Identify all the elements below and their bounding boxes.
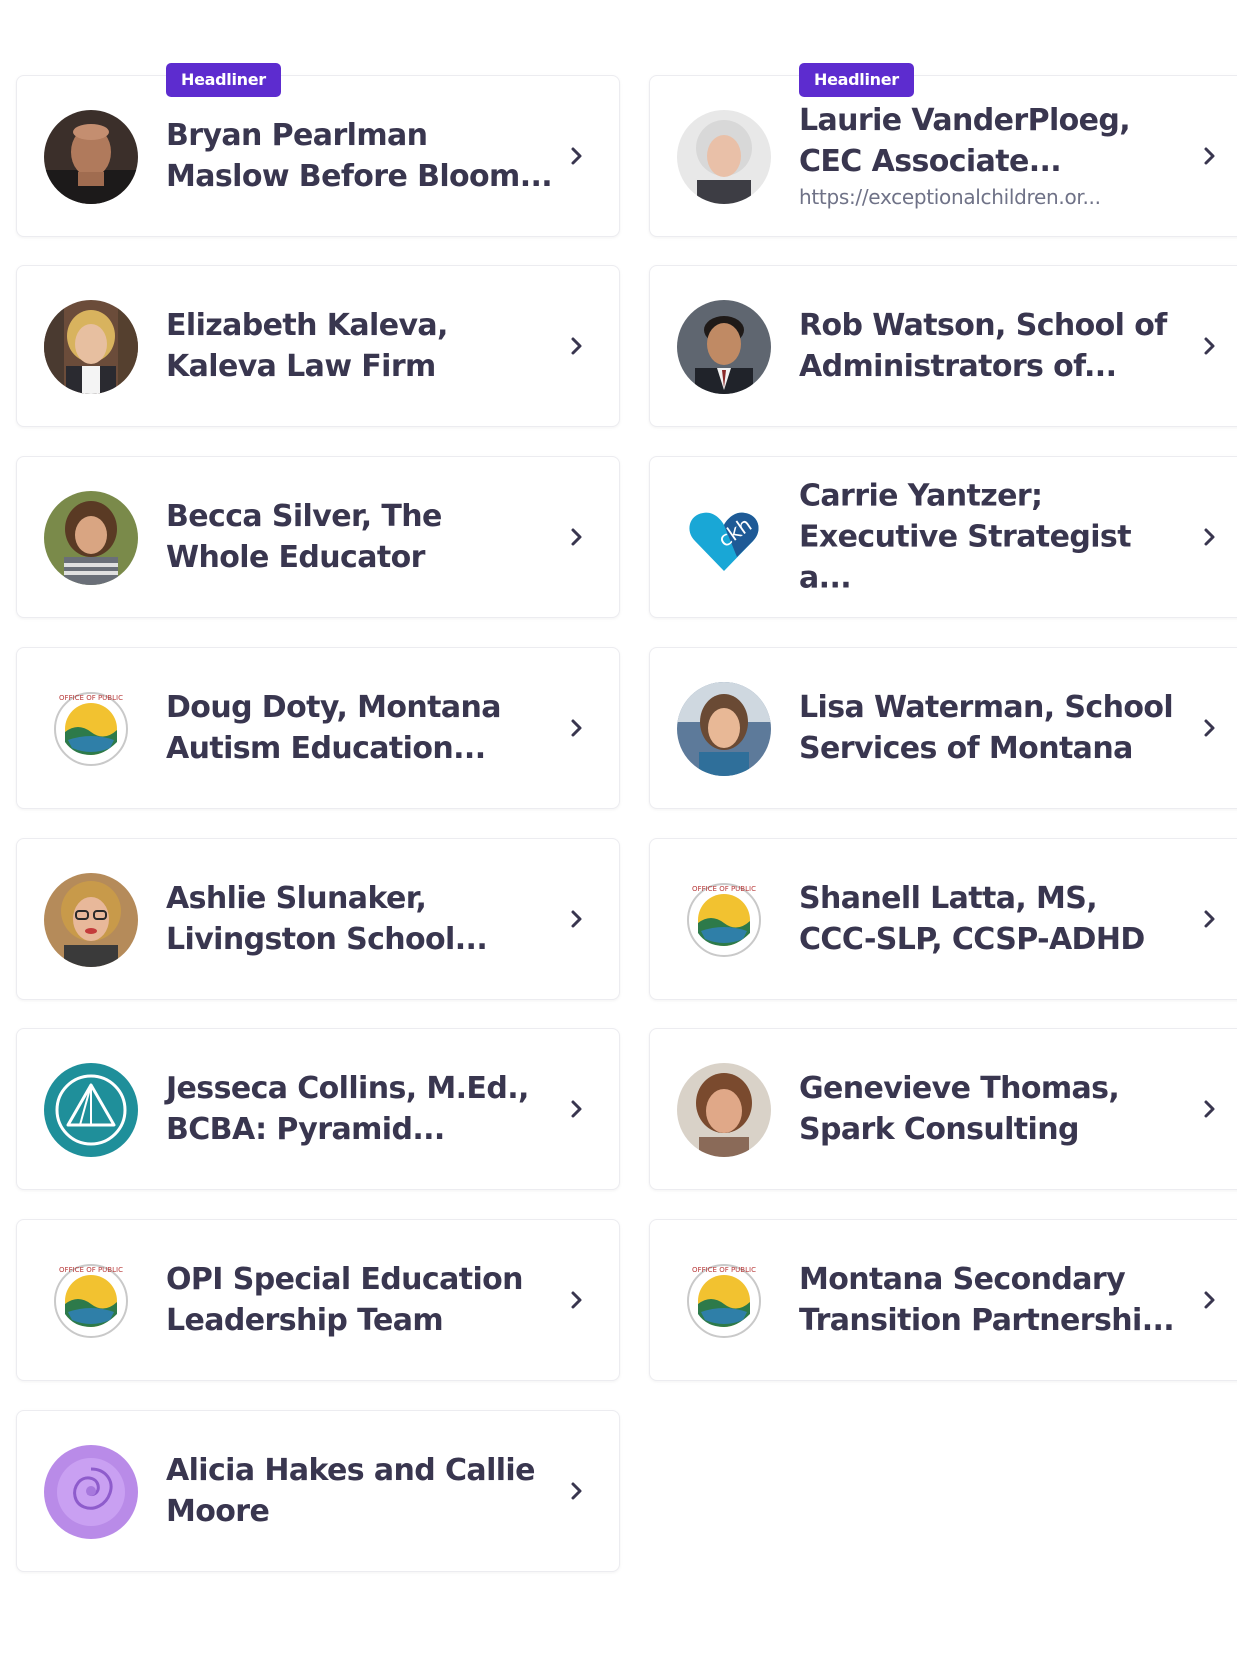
chevron-right-icon <box>1200 1286 1220 1314</box>
chevron-right-icon <box>1200 523 1220 551</box>
speaker-card-becca-silver[interactable]: Becca Silver, The Whole Educator <box>16 456 620 618</box>
speaker-card-rob-watson[interactable]: Rob Watson, School of Administrators of.… <box>649 265 1237 427</box>
svg-text:OFFICE OF PUBLIC: OFFICE OF PUBLIC <box>59 694 123 702</box>
speaker-name: Doug Doty, Montana Autism Education... <box>166 690 502 766</box>
chevron-right-icon <box>567 142 587 170</box>
person-photo-avatar <box>677 1063 771 1157</box>
headliner-badge: Headliner <box>799 63 914 97</box>
svg-text:OFFICE OF PUBLIC: OFFICE OF PUBLIC <box>692 885 756 893</box>
svg-text:OFFICE OF PUBLIC: OFFICE OF PUBLIC <box>692 1266 756 1274</box>
montana-opi-seal-logo: OFFICE OF PUBLIC <box>677 1254 771 1348</box>
chevron-right-icon <box>567 1286 587 1314</box>
person-photo-avatar <box>677 110 771 204</box>
purple-rose-avatar <box>44 1445 138 1539</box>
headliner-badge: Headliner <box>166 63 281 97</box>
speaker-name: Carrie Yantzer; Executive Strategist a..… <box>799 478 1132 596</box>
chevron-right-icon <box>1200 142 1220 170</box>
speaker-card-opi-special-education[interactable]: OFFICE OF PUBLIC OPI Special Education L… <box>16 1219 620 1381</box>
speaker-card-lisa-waterman[interactable]: Lisa Waterman, School Services of Montan… <box>649 647 1237 809</box>
chevron-right-icon <box>1200 332 1220 360</box>
speaker-name: Jesseca Collins, M.Ed., BCBA: Pyramid... <box>166 1071 529 1147</box>
speaker-name: Laurie VanderPloeg, CEC Associate... <box>799 103 1131 179</box>
speaker-name: Rob Watson, School of Administrators of.… <box>799 308 1167 384</box>
chevron-right-icon <box>1200 714 1220 742</box>
speaker-card-elizabeth-kaleva[interactable]: Elizabeth Kaleva, Kaleva Law Firm <box>16 265 620 427</box>
person-photo-avatar <box>44 491 138 585</box>
blue-heart-logo: ckh <box>677 491 771 585</box>
speaker-name: Genevieve Thomas, Spark Consulting <box>799 1071 1120 1147</box>
svg-text:OFFICE OF PUBLIC: OFFICE OF PUBLIC <box>59 1266 123 1274</box>
montana-opi-seal-logo: OFFICE OF PUBLIC <box>44 1254 138 1348</box>
speaker-card-doug-doty[interactable]: OFFICE OF PUBLIC Doug Doty, Montana Auti… <box>16 647 620 809</box>
chevron-right-icon <box>1200 905 1220 933</box>
person-photo-avatar <box>44 873 138 967</box>
speaker-card-jesseca-collins[interactable]: Jesseca Collins, M.Ed., BCBA: Pyramid... <box>16 1028 620 1190</box>
speaker-name: Montana Secondary Transition Partnershi.… <box>799 1262 1175 1338</box>
speaker-card-ashlie-slunaker[interactable]: Ashlie Slunaker, Livingston School... <box>16 838 620 1000</box>
speaker-card-genevieve-thomas[interactable]: Genevieve Thomas, Spark Consulting <box>649 1028 1237 1190</box>
person-photo-avatar <box>677 682 771 776</box>
speaker-name: Lisa Waterman, School Services of Montan… <box>799 690 1174 766</box>
speaker-name: Becca Silver, The Whole Educator <box>166 499 442 575</box>
chevron-right-icon <box>567 332 587 360</box>
speaker-name: Alicia Hakes and Callie Moore <box>166 1453 535 1529</box>
montana-opi-seal-logo: OFFICE OF PUBLIC <box>677 873 771 967</box>
chevron-right-icon <box>567 714 587 742</box>
speaker-name: Elizabeth Kaleva, Kaleva Law Firm <box>166 308 448 384</box>
speaker-card-alicia-hakes-callie-moore[interactable]: Alicia Hakes and Callie Moore <box>16 1410 620 1572</box>
speaker-card-carrie-yantzer[interactable]: ckh Carrie Yantzer; Executive Strategist… <box>649 456 1237 618</box>
person-photo-avatar <box>44 300 138 394</box>
speaker-card-laurie-vanderploeg[interactable]: Headliner Laurie VanderPloeg, CEC Associ… <box>649 63 1237 237</box>
chevron-right-icon <box>567 523 587 551</box>
speaker-card-bryan-pearlman[interactable]: Headliner Bryan Pearlman Maslow Before B… <box>16 63 620 237</box>
pyramid-teal-logo <box>44 1063 138 1157</box>
person-photo-avatar <box>677 300 771 394</box>
speaker-name: Bryan Pearlman Maslow Before Bloom... <box>166 118 553 194</box>
chevron-right-icon <box>567 1477 587 1505</box>
montana-opi-seal-logo: OFFICE OF PUBLIC <box>44 682 138 776</box>
person-photo-avatar <box>44 110 138 204</box>
chevron-right-icon <box>567 1095 587 1123</box>
speaker-name: Shanell Latta, MS, CCC-SLP, CCSP-ADHD <box>799 881 1145 957</box>
speaker-name: Ashlie Slunaker, Livingston School... <box>166 881 488 957</box>
chevron-right-icon <box>567 905 587 933</box>
speaker-card-montana-secondary-transition[interactable]: OFFICE OF PUBLIC Montana Secondary Trans… <box>649 1219 1237 1381</box>
speaker-name: OPI Special Education Leadership Team <box>166 1262 524 1338</box>
speaker-website-link[interactable]: https://exceptionalchildren.or... <box>799 182 1189 212</box>
chevron-right-icon <box>1200 1095 1220 1123</box>
speaker-card-shanell-latta[interactable]: OFFICE OF PUBLIC Shanell Latta, MS, CCC-… <box>649 838 1237 1000</box>
